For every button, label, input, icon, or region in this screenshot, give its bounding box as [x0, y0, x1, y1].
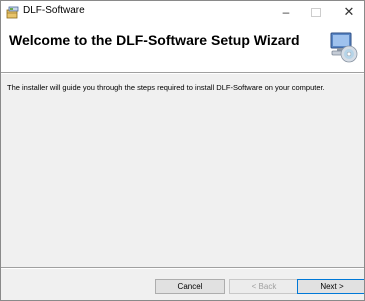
- window-title: DLF-Software: [23, 5, 85, 16]
- computer-cd-icon: [330, 32, 358, 63]
- footer-divider-highlight: [1, 268, 364, 269]
- close-button[interactable]: ✕: [334, 1, 364, 23]
- minimize-button[interactable]: –: [271, 1, 301, 23]
- cancel-button[interactable]: Cancel: [155, 279, 225, 294]
- page-title: Welcome to the DLF-Software Setup Wizard: [9, 32, 300, 48]
- installer-package-icon: [6, 6, 19, 19]
- header-divider-highlight: [1, 73, 364, 74]
- intro-text: The installer will guide you through the…: [7, 83, 325, 92]
- wizard-header: Welcome to the DLF-Software Setup Wizard: [1, 23, 364, 72]
- minimize-icon: –: [282, 5, 290, 19]
- close-icon: ✕: [343, 4, 355, 19]
- next-button[interactable]: Next >: [297, 279, 364, 294]
- title-bar[interactable]: DLF-Software – ✕: [1, 1, 364, 23]
- back-button: < Back: [229, 279, 299, 294]
- setup-window: DLF-Software – ✕ Welcome to the DLF-Soft…: [0, 0, 365, 301]
- maximize-button[interactable]: [301, 1, 331, 23]
- maximize-icon: [311, 7, 321, 17]
